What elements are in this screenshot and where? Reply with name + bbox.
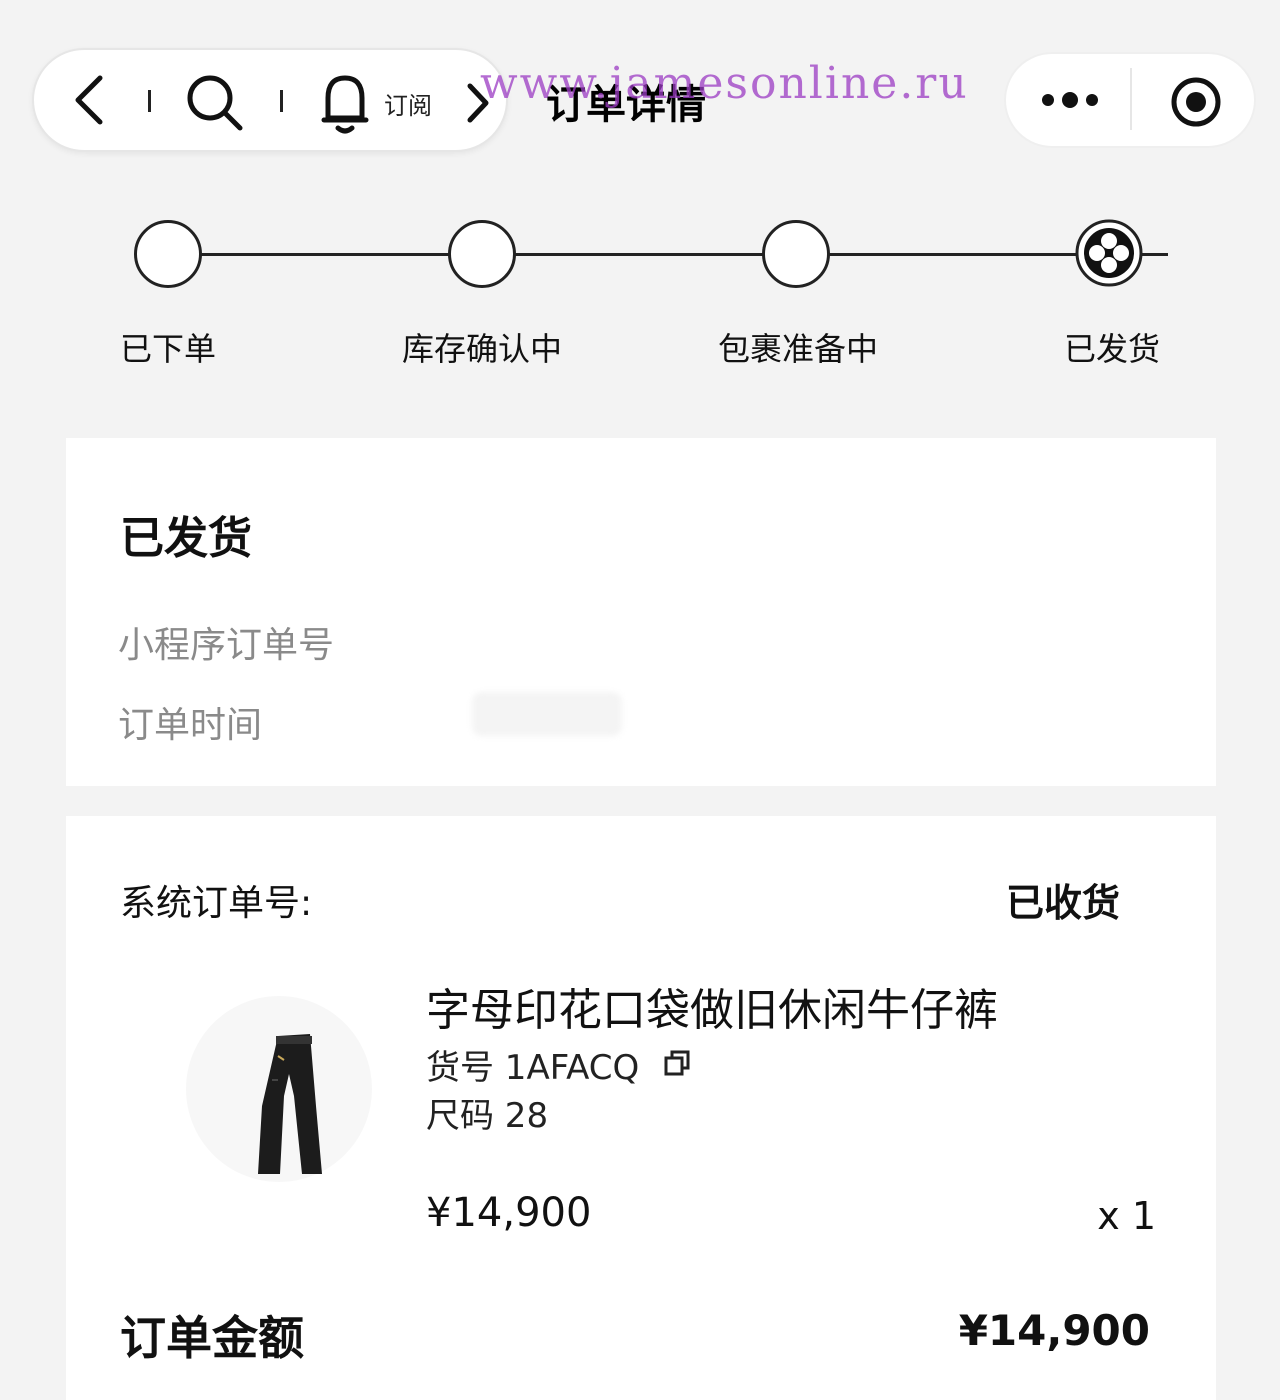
product-image[interactable] <box>186 996 372 1182</box>
watermark: www.jamesonline.ru <box>480 58 969 109</box>
order-status-card: 已发货 小程序订单号 订单时间 <box>66 438 1216 786</box>
search-icon[interactable] <box>184 72 246 138</box>
order-item-card: 系统订单号: 已收货 字母印花口袋做旧休闲牛仔裤 货号 1AFACQ 尺码 28… <box>66 816 1216 1400</box>
divider <box>280 90 283 112</box>
product-sku: 货号 1AFACQ <box>426 1048 640 1088</box>
record-icon[interactable] <box>1170 76 1222 132</box>
redacted-value <box>472 692 622 736</box>
step-label: 已下单 <box>119 330 216 368</box>
step-connector <box>1140 253 1168 256</box>
mini-program-order-label: 小程序订单号 <box>118 625 335 666</box>
product-title[interactable]: 字母印花口袋做旧休闲牛仔裤 <box>426 974 998 1038</box>
step-label: 包裹准备中 <box>717 330 878 368</box>
order-status-heading: 已发货 <box>120 513 252 564</box>
product-price: ¥14,900 <box>426 1190 592 1236</box>
capsule-menu <box>1004 52 1256 148</box>
step-dot-shipped-icon <box>1074 218 1144 292</box>
step-label: 已发货 <box>1063 330 1160 368</box>
order-total-label: 订单金额 <box>120 1311 304 1365</box>
nav-capsule: 订阅 <box>32 48 508 152</box>
divider <box>148 90 151 112</box>
back-icon[interactable] <box>68 72 108 132</box>
bell-icon[interactable] <box>320 70 370 140</box>
step-connector <box>514 253 764 256</box>
order-time-label: 订单时间 <box>118 705 263 746</box>
item-status: 已收货 <box>1005 881 1120 925</box>
step-label: 库存确认中 <box>401 330 562 368</box>
step-dot-placed <box>134 220 202 288</box>
step-connector <box>200 253 450 256</box>
divider <box>1130 68 1132 130</box>
step-connector <box>828 253 1078 256</box>
step-dot-stock-check <box>448 220 516 288</box>
jeans-image <box>258 1034 322 1174</box>
more-dots-icon[interactable] <box>1040 88 1100 116</box>
product-size: 尺码 28 <box>426 1096 549 1136</box>
copy-icon[interactable] <box>662 1048 694 1084</box>
system-order-label: 系统订单号: <box>120 883 313 924</box>
order-total-value: ¥14,900 <box>958 1306 1150 1355</box>
subscribe-label[interactable]: 订阅 <box>384 86 432 121</box>
step-dot-preparing <box>762 220 830 288</box>
product-quantity: x 1 <box>1097 1194 1156 1238</box>
